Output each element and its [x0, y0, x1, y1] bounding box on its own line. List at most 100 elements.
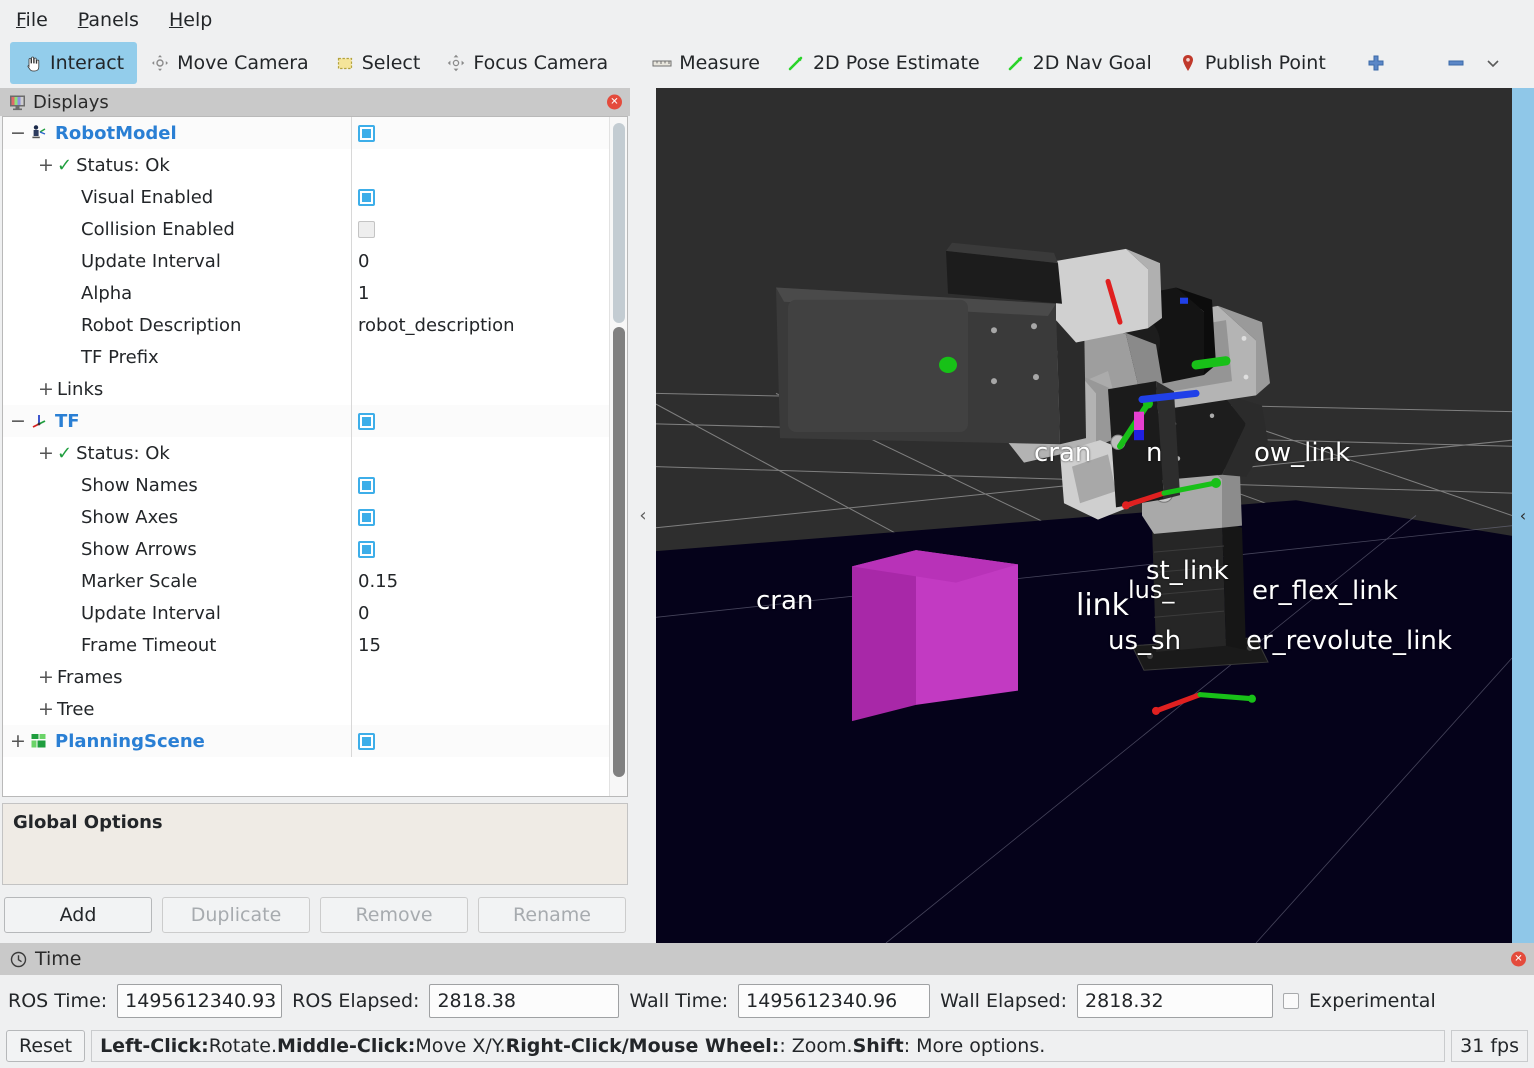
panel-splitter-right[interactable]: ‹ — [1512, 88, 1534, 943]
tree-row-tf-axes[interactable]: Show Axes — [3, 501, 609, 533]
tree-row-value[interactable]: robot_description — [351, 309, 609, 341]
wall-elapsed-field[interactable]: 2818.32 — [1077, 984, 1274, 1018]
close-icon[interactable]: ✕ — [607, 94, 622, 110]
enable-checkbox[interactable] — [358, 508, 375, 526]
expand-toggle-icon[interactable]: + — [35, 666, 57, 688]
panel-splitter-left[interactable]: ‹ — [630, 88, 656, 943]
expand-toggle-icon[interactable]: + — [7, 730, 29, 752]
enable-checkbox[interactable] — [358, 124, 375, 142]
enable-checkbox[interactable] — [358, 188, 375, 206]
close-icon[interactable]: ✕ — [1511, 951, 1526, 967]
tree-row-value[interactable]: 0 — [351, 597, 609, 629]
enable-checkbox[interactable] — [358, 220, 375, 238]
tree-row-rm-desc[interactable]: Robot Description robot_description — [3, 309, 609, 341]
tool-interact[interactable]: Interact — [10, 42, 138, 84]
tree-row-robotmodel[interactable]: − RobotModel — [3, 117, 609, 149]
enable-checkbox[interactable] — [358, 732, 375, 750]
hand-cursor-icon — [23, 53, 43, 73]
tree-row-tf[interactable]: − TF — [3, 405, 609, 437]
duplicate-button: Duplicate — [162, 897, 310, 933]
time-panel-title-label: Time — [35, 948, 82, 970]
ros-elapsed-field[interactable]: 2818.38 — [429, 984, 620, 1018]
expand-toggle-icon[interactable]: + — [35, 154, 57, 176]
expand-toggle-icon[interactable]: + — [35, 442, 57, 464]
displays-tree-container: − RobotModel + ✓ Status: Ok Visual Enabled Col… — [2, 116, 628, 797]
displays-tree[interactable]: − RobotModel + ✓ Status: Ok Visual Enabled Col… — [3, 117, 609, 796]
tool-label: Focus Camera — [473, 52, 609, 74]
remove-tool-button[interactable] — [1433, 42, 1479, 84]
tree-row-value[interactable] — [351, 341, 609, 373]
tool-move-camera[interactable]: Move Camera — [137, 42, 322, 84]
tree-row-rm-coll[interactable]: Collision Enabled — [3, 213, 609, 245]
tree-row-rm-alpha[interactable]: Alpha 1 — [3, 277, 609, 309]
tree-row-value[interactable] — [351, 469, 609, 501]
tool-publish-point[interactable]: Publish Point — [1165, 42, 1339, 84]
tree-row-value[interactable] — [351, 213, 609, 245]
tool-2d-nav-goal[interactable]: 2D Nav Goal — [993, 42, 1165, 84]
remove-button: Remove — [320, 897, 468, 933]
tree-row-planningscene[interactable]: + PlanningScene — [3, 725, 609, 757]
time-fields-row: ROS Time: 1495612340.93 ROS Elapsed: 281… — [0, 975, 1534, 1027]
pose-arrow-icon — [786, 53, 806, 73]
tree-row-tf-timeout[interactable]: Frame Timeout 15 — [3, 629, 609, 661]
render-viewport-3d[interactable]: cran cran n ow_link st_link lus_ link er… — [656, 88, 1512, 943]
tree-row-tf-status[interactable]: + ✓ Status: Ok — [3, 437, 609, 469]
toolbar-overflow-button[interactable] — [1475, 42, 1511, 84]
tree-row-label: Robot Description — [81, 314, 242, 336]
tree-row-value[interactable]: 0.15 — [351, 565, 609, 597]
scrollbar-thumb[interactable] — [613, 327, 625, 777]
displays-scrollbar[interactable] — [609, 117, 627, 796]
tree-row-value[interactable]: 1 — [351, 277, 609, 309]
tree-row-tf-frames[interactable]: + Frames — [3, 661, 609, 693]
tool-label: Select — [361, 52, 421, 74]
tool-measure[interactable]: Measure — [639, 42, 773, 84]
tree-row-tf-names[interactable]: Show Names — [3, 469, 609, 501]
tree-row-tf-arrows[interactable]: Show Arrows — [3, 533, 609, 565]
tree-row-value[interactable] — [351, 533, 609, 565]
tree-row-tf-scale[interactable]: Marker Scale 0.15 — [3, 565, 609, 597]
ros-time-field[interactable]: 1495612340.93 — [117, 984, 283, 1018]
wall-time-label: Wall Time: — [629, 990, 729, 1012]
experimental-checkbox[interactable] — [1283, 993, 1300, 1009]
menu-help[interactable]: Help — [165, 7, 216, 33]
enable-checkbox[interactable] — [358, 540, 375, 558]
collapse-toggle-icon[interactable]: − — [7, 122, 29, 144]
expand-toggle-icon[interactable]: + — [35, 378, 57, 400]
enable-checkbox[interactable] — [358, 412, 375, 430]
tree-row-tf-upd[interactable]: Update Interval 0 — [3, 597, 609, 629]
tool-select[interactable]: Select — [322, 42, 434, 84]
tree-row-rm-tfpre[interactable]: TF Prefix — [3, 341, 609, 373]
wall-time-field[interactable]: 1495612340.96 — [738, 984, 931, 1018]
scrollbar-track-upper[interactable] — [613, 123, 625, 323]
tree-row-label: TF Prefix — [81, 346, 159, 368]
tree-row-label: Alpha — [81, 282, 133, 304]
tree-row-rm-links[interactable]: + Links — [3, 373, 609, 405]
reset-button[interactable]: Reset — [6, 1029, 86, 1062]
tree-row-value[interactable]: 0 — [351, 245, 609, 277]
tree-row-value[interactable] — [351, 725, 609, 757]
menu-panels[interactable]: Panels — [74, 7, 143, 33]
tree-row-tf-tree[interactable]: + Tree — [3, 693, 609, 725]
tree-row-label: Show Names — [81, 474, 198, 496]
add-button[interactable]: Add — [4, 897, 152, 933]
tree-row-rm-status[interactable]: + ✓ Status: Ok — [3, 149, 609, 181]
tool-2d-pose-estimate[interactable]: 2D Pose Estimate — [773, 42, 993, 84]
tree-row-label: Update Interval — [81, 602, 221, 624]
tree-row-value[interactable] — [351, 501, 609, 533]
add-tool-button[interactable] — [1353, 42, 1399, 84]
collapse-toggle-icon[interactable]: − — [7, 410, 29, 432]
tool-focus-camera[interactable]: Focus Camera — [433, 42, 621, 84]
clock-icon — [10, 951, 27, 968]
menu-file[interactable]: File — [12, 7, 52, 33]
tree-row-value — [351, 661, 609, 693]
enable-checkbox[interactable] — [358, 476, 375, 494]
tree-row-label: Tree — [57, 698, 95, 720]
tree-row-value[interactable] — [351, 117, 609, 149]
expand-toggle-icon[interactable]: + — [35, 698, 57, 720]
tree-row-rm-upd[interactable]: Update Interval 0 — [3, 245, 609, 277]
tree-row-rm-visual[interactable]: Visual Enabled — [3, 181, 609, 213]
tree-row-value[interactable] — [351, 181, 609, 213]
tree-row-value[interactable] — [351, 405, 609, 437]
tree-row-value[interactable]: 15 — [351, 629, 609, 661]
global-options-box[interactable]: Global Options — [2, 803, 628, 885]
